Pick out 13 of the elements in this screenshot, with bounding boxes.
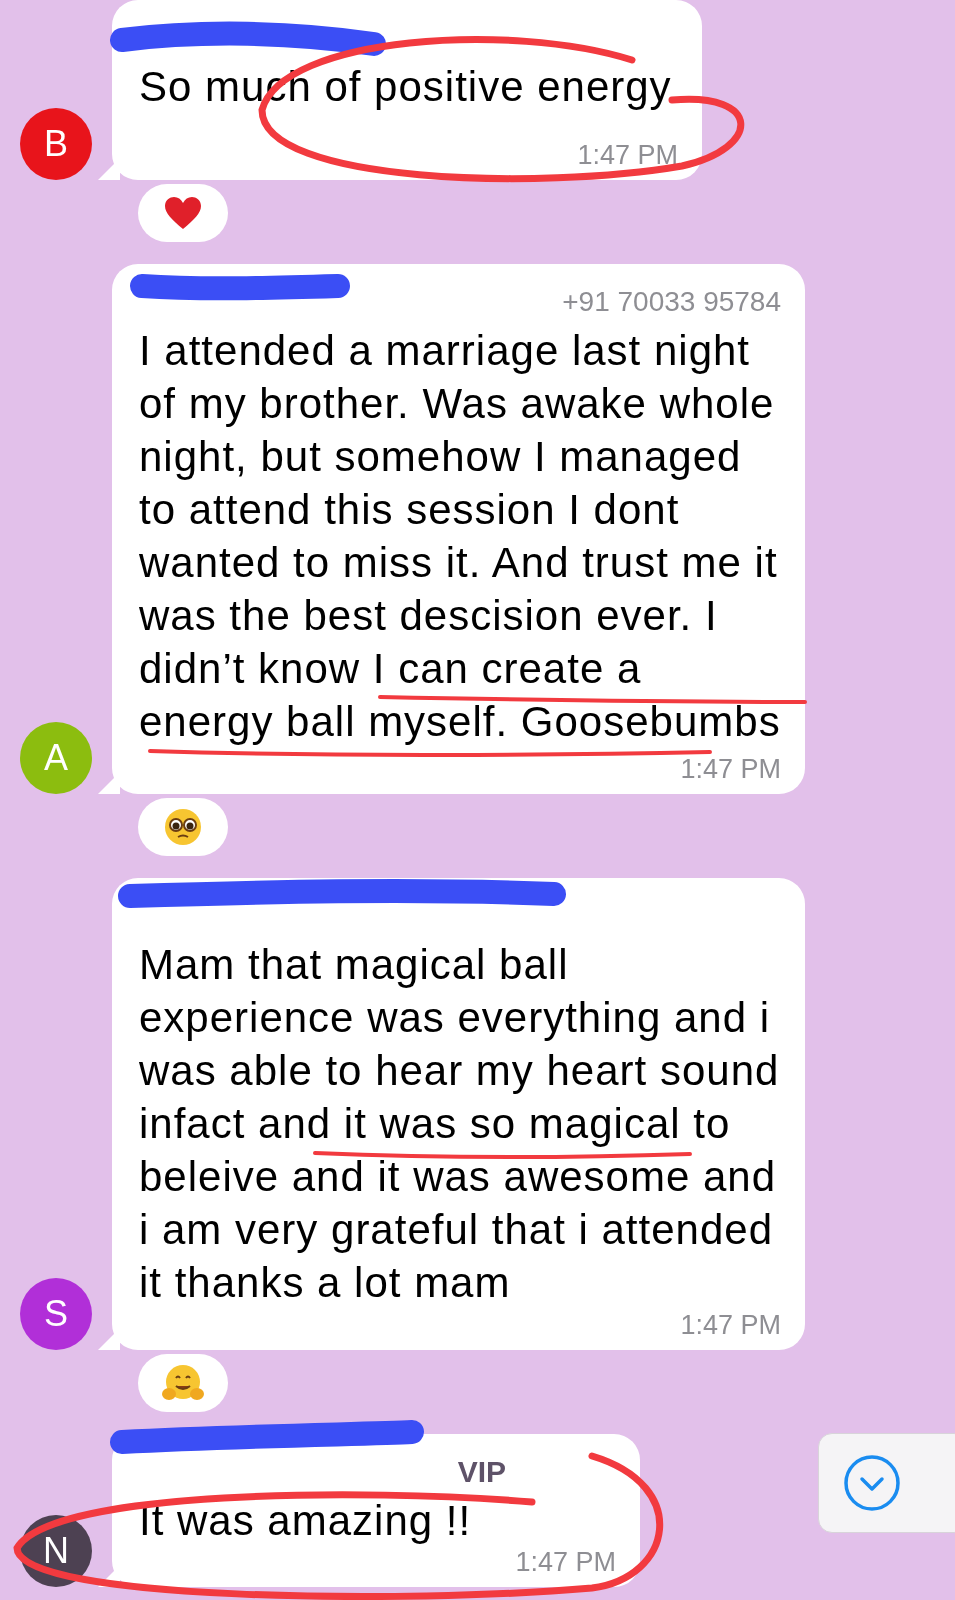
message-time: 1:47 PM <box>680 754 781 784</box>
chevron-down-icon <box>843 1454 901 1512</box>
message-time: 1:47 PM <box>577 140 678 170</box>
message-text: It was amazing !! <box>139 1496 473 1546</box>
scroll-down-button[interactable] <box>818 1433 955 1533</box>
phone-number: +91 70033 95784 <box>562 286 781 318</box>
message-time: 1:47 PM <box>515 1547 616 1577</box>
avatar[interactable]: S <box>20 1278 92 1350</box>
message-time: 1:47 PM <box>680 1310 781 1340</box>
message-text: I attended a marriage last night of my brother. Was awake whole night, but somehow I managed to attend this session I dont wanted to miss it. And trust me it was the best descision ever. I didn’t know I can create a energy ball myself. Goosebumbs <box>139 326 781 747</box>
message-text: Mam that magical ball experience was everything and i was able to hear my heart sound infact and it was so magical to beleive and it was awesome and i am very grateful that i attended it thanks a lot mam <box>139 940 781 1308</box>
avatar[interactable]: B <box>20 108 92 180</box>
sender-name: VIP <box>457 1455 506 1489</box>
